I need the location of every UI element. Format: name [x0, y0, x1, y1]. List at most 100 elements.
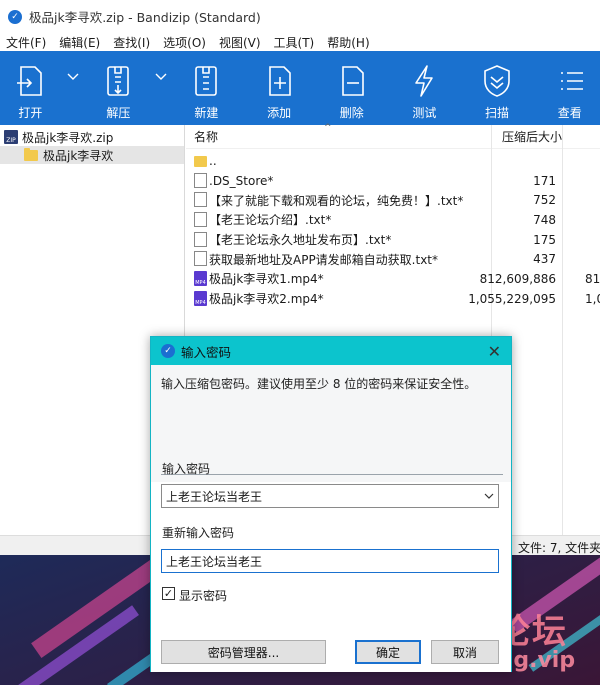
- chevron-down-icon: [67, 73, 79, 80]
- new-archive-icon: [195, 66, 218, 96]
- lightning-icon: [415, 65, 434, 97]
- file-size: 437: [533, 252, 556, 267]
- bandizip-logo-icon: ✓: [8, 9, 22, 24]
- dialog-title: 输入密码: [181, 344, 232, 360]
- extract-label: 解压: [106, 106, 131, 120]
- add-file-icon: [269, 66, 291, 96]
- dialog-title-bar: ✓ 输入密码 ✕: [151, 337, 511, 365]
- file-name: 极品jk李寻欢1.mp4*: [209, 272, 324, 287]
- scan-label: 扫描: [485, 106, 510, 120]
- file-name: 【来了就能下载和观看的论坛，纯免费！】.txt*: [209, 193, 464, 208]
- document-icon: [194, 212, 207, 228]
- list-item[interactable]: 【老王论坛永久地址发布页】.txt* 175: [186, 230, 600, 250]
- list-header: ^ 名称 压缩后大小: [186, 123, 600, 149]
- file-size-original: 1,055: [585, 291, 600, 306]
- column-size-header[interactable]: 压缩后大小: [502, 128, 562, 145]
- extract-button[interactable]: 解压: [88, 51, 149, 125]
- column-name-header[interactable]: 名称: [194, 128, 218, 145]
- menu-help[interactable]: 帮助(H): [327, 34, 369, 51]
- tree-root[interactable]: ZIP 极品jk李寻欢.zip: [0, 128, 184, 146]
- dialog-message: 输入压缩包密码。建议使用至少 8 位的密码来保证安全性。: [161, 377, 477, 391]
- menu-find[interactable]: 查找(I): [113, 34, 150, 51]
- status-text: 文件: 7, 文件夹:: [518, 541, 600, 555]
- sort-ascending-icon: ^: [324, 123, 332, 133]
- delete-file-icon: [341, 66, 364, 96]
- list-item[interactable]: 【来了就能下载和观看的论坛，纯免费！】.txt* 752: [186, 190, 600, 210]
- add-button[interactable]: 添加: [249, 51, 310, 125]
- video-file-icon: MP4: [194, 271, 207, 287]
- list-item[interactable]: MP4 极品jk李寻欢1.mp4* 812,609,886 812: [186, 269, 600, 289]
- tree-folder-label: 极品jk李寻欢: [43, 148, 114, 163]
- file-name: 【老王论坛永久地址发布页】.txt*: [209, 233, 392, 248]
- add-label: 添加: [267, 106, 292, 120]
- file-size: 752: [533, 193, 556, 208]
- delete-label: 删除: [339, 106, 364, 120]
- open-icon: [17, 66, 43, 96]
- folder-icon: [194, 156, 207, 167]
- scan-button[interactable]: 扫描: [467, 51, 528, 125]
- chevron-down-icon[interactable]: [484, 491, 494, 501]
- show-password-checkbox[interactable]: ✓: [162, 587, 175, 600]
- menu-options[interactable]: 选项(O): [163, 34, 206, 51]
- zip-file-icon: ZIP: [4, 130, 18, 144]
- document-icon: [194, 231, 207, 247]
- list-view-icon: [560, 72, 583, 90]
- cancel-button[interactable]: 取消: [431, 640, 499, 664]
- folder-icon: [24, 147, 38, 161]
- file-size: 171: [533, 173, 556, 188]
- password-value: 上老王论坛当老王: [166, 489, 263, 504]
- new-label: 新建: [194, 106, 219, 120]
- password-manager-button[interactable]: 密码管理器...: [161, 640, 326, 664]
- extract-icon: [107, 66, 130, 96]
- document-icon: [194, 192, 207, 208]
- show-password-label[interactable]: 显示密码: [179, 587, 227, 604]
- delete-button[interactable]: 删除: [321, 51, 382, 125]
- tree-root-label: 极品jk李寻欢.zip: [22, 130, 114, 145]
- menu-edit[interactable]: 编辑(E): [59, 34, 100, 51]
- ok-button[interactable]: 确定: [355, 640, 421, 664]
- list-item[interactable]: .DS_Store* 171: [186, 171, 600, 191]
- view-button[interactable]: 查看: [539, 51, 600, 125]
- menu-view[interactable]: 视图(V): [219, 34, 261, 51]
- open-dropdown[interactable]: [61, 51, 88, 125]
- test-label: 测试: [412, 106, 437, 120]
- menu-tools[interactable]: 工具(T): [274, 34, 315, 51]
- view-label: 查看: [557, 106, 582, 120]
- file-size: 748: [533, 212, 556, 227]
- repeat-password-input[interactable]: 上老王论坛当老王: [161, 549, 499, 573]
- file-size: 1,055,229,095: [468, 291, 556, 306]
- document-icon: [194, 172, 207, 188]
- video-file-icon: MP4: [194, 290, 207, 306]
- shield-icon: [484, 65, 510, 97]
- file-name: ..: [209, 153, 217, 168]
- list-item[interactable]: MP4 极品jk李寻欢2.mp4* 1,055,229,095 1,055: [186, 289, 600, 309]
- toolbar: 打开 解压 新建 添加 删除 测试 扫描 查看: [0, 51, 600, 125]
- repeat-password-value: 上老王论坛当老王: [166, 554, 263, 569]
- repeat-password-label: 重新输入密码: [162, 526, 235, 540]
- test-button[interactable]: 测试: [394, 51, 455, 125]
- close-icon[interactable]: ✕: [488, 342, 501, 361]
- password-label: 输入密码: [162, 462, 211, 476]
- document-icon: [194, 251, 207, 267]
- dialog-body: 输入密码 上老王论坛当老王 重新输入密码 上老王论坛当老王 ✓ 显示密码 密码管…: [151, 462, 511, 672]
- bandizip-logo-icon: ✓: [161, 344, 175, 358]
- open-button[interactable]: 打开: [0, 51, 61, 125]
- menu-bar: 文件(F) 编辑(E) 查找(I) 选项(O) 视图(V) 工具(T) 帮助(H…: [0, 33, 600, 51]
- window-title: 极品jk李寻欢.zip - Bandizip (Standard): [29, 10, 261, 25]
- file-name: 获取最新地址及APP请发邮箱自动获取.txt*: [209, 252, 439, 267]
- file-name: 极品jk李寻欢2.mp4*: [209, 292, 324, 307]
- list-item[interactable]: 【老王论坛介绍】.txt* 748: [186, 210, 600, 230]
- file-size: 812,609,886: [479, 271, 556, 286]
- title-bar: ✓ 极品jk李寻欢.zip - Bandizip (Standard): [0, 0, 600, 33]
- tree-folder[interactable]: 极品jk李寻欢: [0, 146, 184, 164]
- password-combo[interactable]: 上老王论坛当老王: [161, 484, 499, 508]
- file-name: .DS_Store*: [209, 173, 274, 188]
- menu-file[interactable]: 文件(F): [6, 34, 46, 51]
- file-name: 【老王论坛介绍】.txt*: [209, 213, 332, 228]
- new-button[interactable]: 新建: [176, 51, 237, 125]
- list-item[interactable]: 获取最新地址及APP请发邮箱自动获取.txt* 437: [186, 249, 600, 269]
- open-label: 打开: [18, 106, 43, 120]
- chevron-down-icon: [155, 73, 167, 80]
- list-item[interactable]: ..: [186, 151, 600, 171]
- extract-dropdown[interactable]: [149, 51, 176, 125]
